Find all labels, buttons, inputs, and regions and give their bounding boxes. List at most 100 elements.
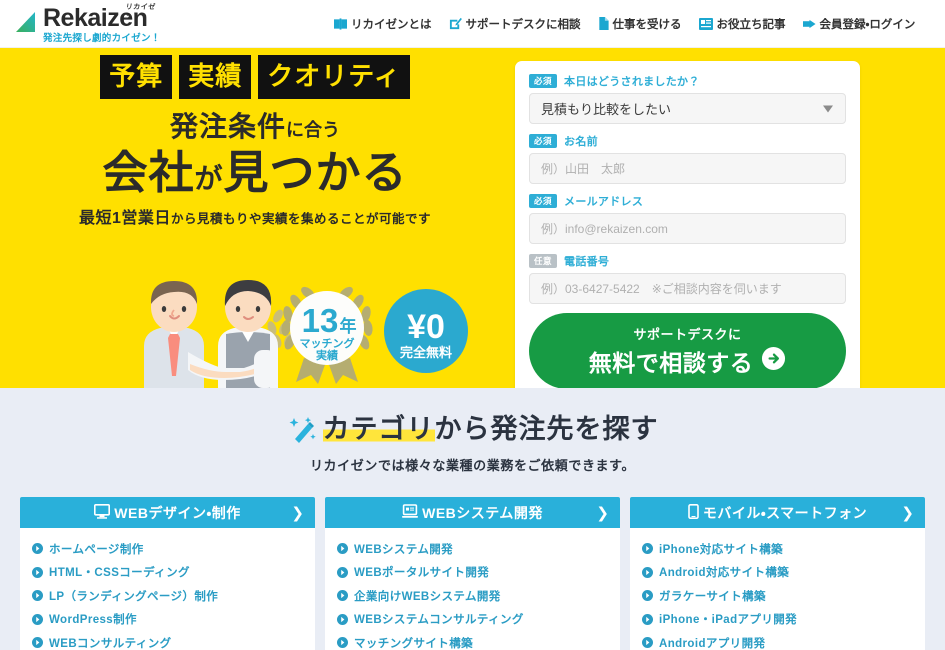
arrow-right-circle-icon [32,566,43,578]
arrow-right-circle-icon [337,613,348,625]
arrow-right-circle-icon [642,566,653,578]
list-item[interactable]: LP（ランディングページ）制作 [32,584,315,608]
phone-input[interactable]: 例）03-6427-5422 ※ご相談内容を伺います [529,273,846,304]
chevron-down-icon [823,105,833,112]
nav-item-login[interactable]: 会員登録・ログイン [802,16,915,32]
svg-text:マッチング: マッチング [300,336,355,350]
required-badge: 必須 [529,133,558,149]
form-label-row: 必須 お名前 [529,133,846,149]
arrow-right-circle-icon [32,637,43,649]
arrow-right-circle-icon [761,346,786,377]
category-card-header[interactable]: WEBシステム開発 ❯ [325,497,620,529]
list-item[interactable]: WEBシステム開発 [337,537,620,561]
nav-item-support-desk[interactable]: サポートデスクに相談 [449,16,581,32]
list-item[interactable]: iPhone・iPadアプリ開発 [642,608,925,632]
list-item[interactable]: ホームページ制作 [32,537,315,561]
required-badge: 必須 [529,193,558,209]
category-card-header[interactable]: WEBデザイン・制作 ❯ [20,497,315,529]
category-card-title: WEBシステム開発 [422,504,543,521]
page-root: リカイゼン Rekaizen 発注先探し劇的カイゼン！ リカイゼンとは サポート… [0,0,945,650]
list-item[interactable]: マッチングサイト構築 [337,631,620,650]
purpose-select[interactable]: 見積もり比較をしたい [529,93,846,124]
submit-button-title: 無料で相談する [589,344,787,378]
site-logo[interactable]: リカイゼン Rekaizen 発注先探し劇的カイゼン！ [14,3,194,44]
list-item-label: Androidアプリ開発 [659,637,766,650]
logo-ruby: リカイゼン [123,4,157,21]
form-label-row: 任意 電話番号 [529,253,846,269]
list-item[interactable]: WEBコンサルティング [32,631,315,650]
email-input[interactable]: 例）info@rekaizen.com [529,213,846,244]
purpose-select-value: 見積もり比較をしたい [541,102,672,117]
form-label: お名前 [564,136,598,148]
list-item[interactable]: Android対応サイト構築 [642,561,925,585]
list-item[interactable]: WordPress制作 [32,608,315,632]
category-cards: WEBデザイン・制作 ❯ ホームページ制作 HTML・CSSコーディング LP（… [0,497,945,650]
keyword-badge: 予算 [100,55,173,99]
nav-label: サポートデスクに相談 [465,18,581,31]
hero-headline-particle: が [194,163,224,194]
list-item-label: ホームページ制作 [49,543,144,556]
category-card-header[interactable]: モバイル・スマートフォン ❯ [630,497,925,529]
optional-badge: 任意 [529,253,558,269]
list-item-label: iPhone・iPadアプリ開発 [659,614,798,627]
hero-graphics: 13 年 マッチング 実績 ¥0 完全無料 [0,273,510,388]
hero-copy-area: 予算 実績 クオリティ 発注条件に合う 会社が見つかる 最短1営業日から見積もり… [0,48,510,388]
nav-item-about[interactable]: リカイゼンとは [334,16,432,32]
list-item[interactable]: iPhone対応サイト構築 [642,537,925,561]
hero-headline-part2: 見つかる [223,147,408,198]
logo-mark-icon [14,9,40,35]
name-input[interactable]: 例）山田 太郎 [529,153,846,184]
svg-text:完全無料: 完全無料 [399,345,452,360]
list-item[interactable]: 企業向けWEBシステム開発 [337,584,620,608]
category-card-list: iPhone対応サイト構築 Android対応サイト構築 ガラケーサイト構築 i… [630,528,925,650]
form-label-row: 必須 本日はどうされましたか？ [529,73,846,89]
svg-text:13: 13 [302,302,339,339]
document-icon [598,17,609,30]
form-label: メールアドレス [564,196,644,208]
category-card-web-design: WEBデザイン・制作 ❯ ホームページ制作 HTML・CSSコーディング LP（… [20,497,315,650]
list-item-label: iPhone対応サイト構築 [659,543,784,556]
list-item-label: ガラケーサイト構築 [659,590,766,603]
arrow-right-circle-icon [337,566,348,578]
arrow-right-circle-icon [32,543,43,555]
list-item-label: Android対応サイト構築 [659,567,790,580]
article-icon [698,17,713,30]
magic-wand-icon [287,415,317,445]
list-item-label: WordPress制作 [49,614,137,627]
list-item[interactable]: ガラケーサイト構築 [642,584,925,608]
arrow-right-circle-icon [337,543,348,555]
keyword-badge: クオリティ [258,55,410,99]
hero-headline-part1: 会社 [102,147,195,198]
hero-note-strong: 最短1営業日 [79,210,171,227]
pencil-square-icon [449,17,462,30]
category-card-title: モバイル・スマートフォン [702,504,868,521]
list-item[interactable]: HTML・CSSコーディング [32,561,315,585]
submit-button-text: 無料で相談する [588,350,754,376]
chevron-right-icon: ❯ [901,504,914,522]
list-item[interactable]: Androidアプリ開発 [642,631,925,650]
hero-subheadline-strong: 発注条件 [169,111,286,142]
email-input-placeholder: 例）info@rekaizen.com [541,222,668,236]
arrow-right-circle-icon [642,543,653,555]
arrow-right-circle-icon [337,590,348,602]
list-item-label: WEBポータルサイト開発 [354,567,490,580]
nav-item-receive-work[interactable]: 仕事を受ける [598,16,682,32]
hero-note: 最短1営業日から見積もりや実績を集めることが可能です [0,211,510,227]
hero-subheadline-rest: に合う [286,120,340,140]
hero-headline: 会社が見つかる [0,150,510,195]
category-heading: カテゴリから発注先を探す [0,414,945,445]
monitor-icon [94,503,111,522]
nav-item-articles[interactable]: お役立ち記事 [698,16,786,32]
category-card-web-system: WEBシステム開発 ❯ WEBシステム開発 WEBポータルサイト開発 企業向けW… [325,497,620,650]
arrow-right-circle-icon [32,613,43,625]
list-item[interactable]: WEBシステムコンサルティング [337,608,620,632]
list-item[interactable]: WEBポータルサイト開発 [337,561,620,585]
form-label: 電話番号 [564,256,610,268]
svg-text:実績: 実績 [316,348,339,362]
chevron-right-icon: ❯ [291,504,304,522]
book-icon [334,17,347,30]
svg-text:年: 年 [340,316,357,336]
category-title-rest: から発注先を探す [434,414,659,444]
submit-button[interactable]: サポートデスクに 無料で相談する [529,313,846,388]
free-badge: ¥0 完全無料 [382,287,470,375]
